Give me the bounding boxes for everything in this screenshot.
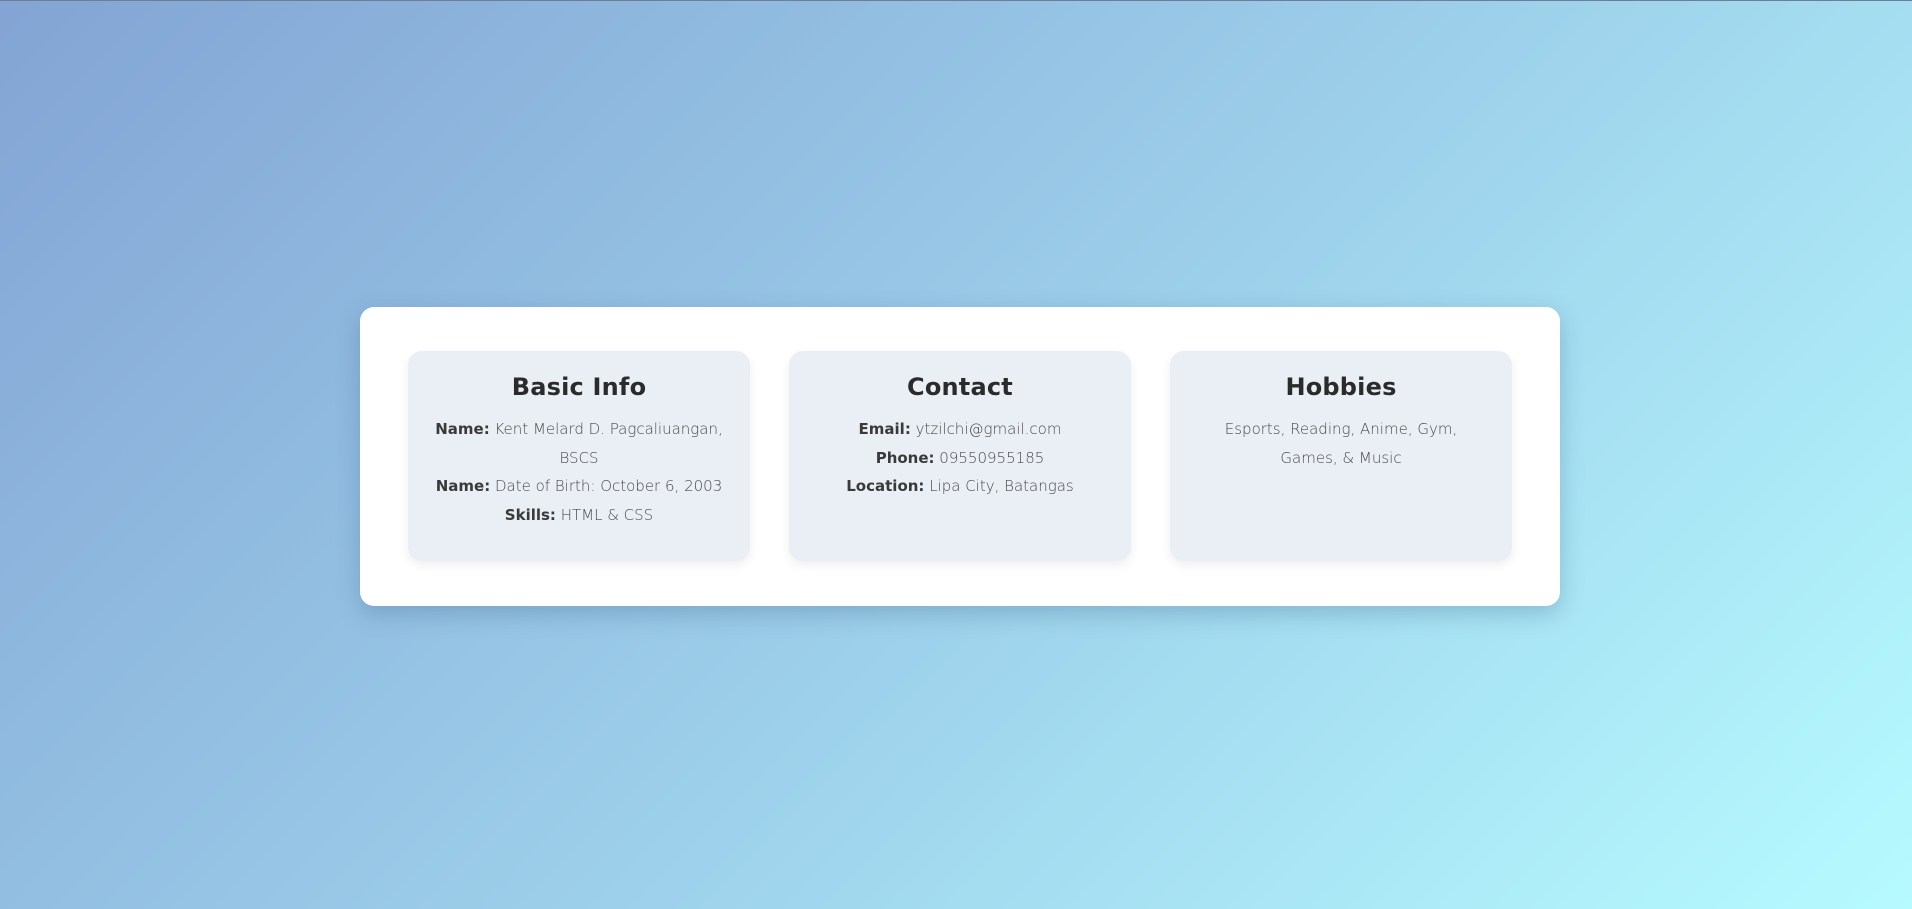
basic-info-card: Basic Info Name: Kent Melard D. Pagcaliu… [408,351,750,561]
email-line: Email: ytzilchi@gmail.com [807,415,1113,444]
field-label: Location: [846,477,925,495]
location-line: Location: Lipa City, Batangas [807,472,1113,501]
field-label: Email: [858,420,911,438]
birthdate-line: Name: Date of Birth: October 6, 2003 [426,472,732,501]
field-label: Name: [435,477,491,495]
contact-card: Contact Email: ytzilchi@gmail.com Phone:… [789,351,1131,561]
field-value: Date of Birth: October 6, 2003 [490,477,723,495]
field-label: Name: [435,420,490,438]
field-label: Phone: [875,448,935,467]
field-label: Skills: [504,505,556,524]
card-title: Basic Info [511,373,647,401]
phone-line: Phone: 09550955185 [807,444,1113,473]
skills-line: Skills: HTML & CSS [426,501,732,530]
field-value: Lipa City, Batangas [924,477,1074,495]
card-title: Hobbies [1285,373,1397,401]
field-value: Kent Melard D. Pagcaliuangan, BSCS [489,420,723,467]
hobbies-text: Esports, Reading, Anime, Gym, Games, & M… [1224,420,1458,467]
field-value: ytzilchi@gmail.com [910,420,1062,438]
card-title: Contact [907,373,1013,401]
hobbies-card: Hobbies Esports, Reading, Anime, Gym, Ga… [1170,351,1512,561]
top-border [0,0,1912,1]
profile-container: Basic Info Name: Kent Melard D. Pagcaliu… [360,307,1560,606]
name-line: Name: Kent Melard D. Pagcaliuangan, BSCS [426,415,732,472]
field-value: HTML & CSS [555,505,654,524]
field-value: 09550955185 [934,448,1045,467]
